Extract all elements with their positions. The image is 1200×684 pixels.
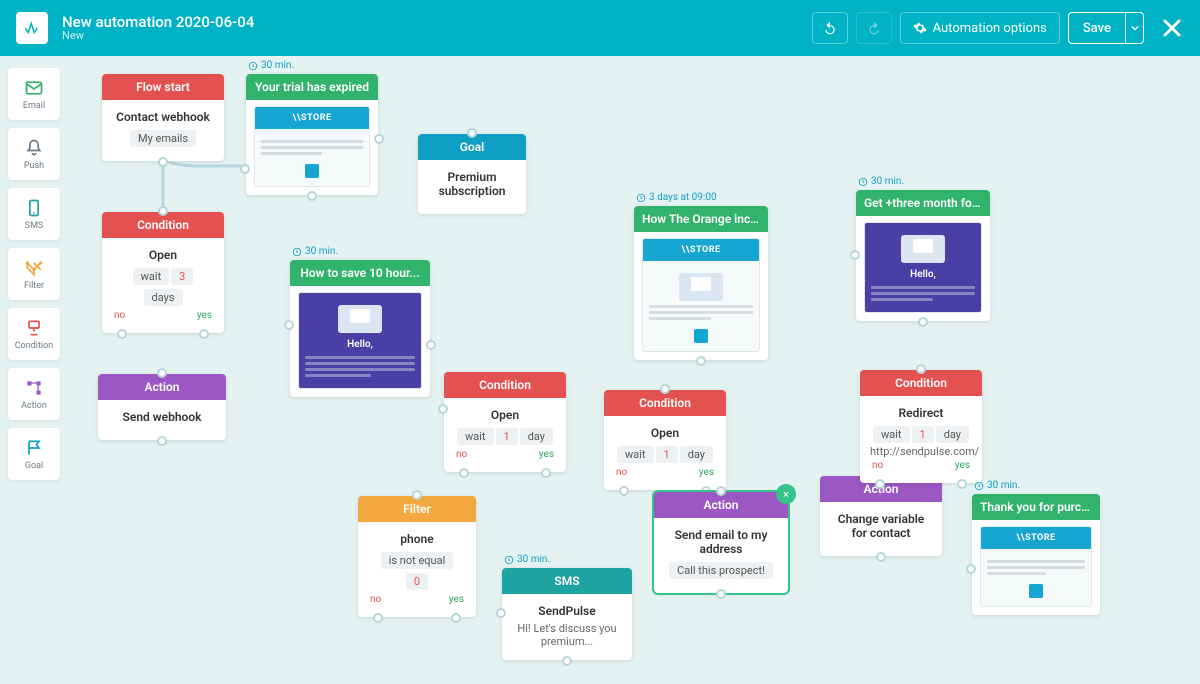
delay-label: 30 min. <box>248 60 294 71</box>
clock-icon <box>504 555 514 565</box>
page-title-block: New automation 2020-06-04 New <box>62 14 812 43</box>
delay-label: 30 min. <box>504 554 550 565</box>
automation-options-button[interactable]: Automation options <box>900 12 1060 44</box>
clock-icon <box>858 177 868 187</box>
app-logo[interactable] <box>16 12 48 44</box>
node-email-orange[interactable]: How The Orange incr... \\STORE <box>634 206 768 360</box>
save-dropdown-toggle[interactable] <box>1125 12 1143 44</box>
node-header: Flow start <box>102 74 224 100</box>
close-button[interactable] <box>1160 16 1184 40</box>
email-preview: \\STORE <box>254 106 370 187</box>
node-condition-open-1day-a[interactable]: Condition Open wait1day noyes <box>444 372 566 472</box>
email-preview: Hello, <box>864 222 982 313</box>
node-flow-start[interactable]: Flow start Contact webhook My emails <box>102 74 224 161</box>
delay-label: 30 min. <box>974 480 1020 491</box>
email-preview: \\STORE <box>642 238 760 352</box>
save-button[interactable]: Save <box>1068 12 1144 44</box>
top-bar: New automation 2020-06-04 New Automation… <box>0 0 1200 56</box>
email-preview: \\STORE <box>980 526 1092 607</box>
node-action-send-webhook[interactable]: Action Send webhook <box>98 374 226 440</box>
node-condition-open-3days[interactable]: Condition Open wait3days noyes <box>102 212 224 333</box>
node-email-trial-expired[interactable]: Your trial has expired \\STORE <box>246 74 378 195</box>
undo-button[interactable] <box>812 12 848 44</box>
delay-label: 30 min. <box>292 246 338 257</box>
node-condition-open-1day-b[interactable]: Condition Open wait1day noyes <box>604 390 726 490</box>
flow-canvas[interactable]: Flow start Contact webhook My emails 30 … <box>0 56 1200 684</box>
node-action-send-email-selected[interactable]: × Action Send email to my address Call t… <box>654 492 788 593</box>
delay-label: 3 days at 09:00 <box>636 192 717 203</box>
node-sms-sendpulse[interactable]: SMS SendPulse Hi! Let's discuss you prem… <box>502 568 632 660</box>
delay-label: 30 min. <box>858 176 904 187</box>
gear-icon <box>913 21 927 35</box>
node-email-save-hours[interactable]: How to save 10 hour... Hello, <box>290 260 430 397</box>
node-email-three-month[interactable]: Get +three month for... Hello, <box>856 190 990 321</box>
redo-button[interactable] <box>856 12 892 44</box>
clock-icon <box>292 247 302 257</box>
node-condition-redirect[interactable]: Condition Redirect wait1day http://sendp… <box>860 370 982 483</box>
clock-icon <box>974 481 984 491</box>
node-email-thank-you[interactable]: Thank you for purcha... \\STORE <box>972 494 1100 615</box>
page-status: New <box>62 30 812 42</box>
clock-icon <box>248 61 258 71</box>
delete-node-button[interactable]: × <box>776 484 796 504</box>
clock-icon <box>636 193 646 203</box>
email-preview: Hello, <box>298 292 422 389</box>
node-filter-phone[interactable]: Filter phone is not equal0 noyes <box>358 496 476 617</box>
node-goal-premium[interactable]: Goal Premium subscription <box>418 134 526 214</box>
page-title: New automation 2020-06-04 <box>62 14 812 31</box>
